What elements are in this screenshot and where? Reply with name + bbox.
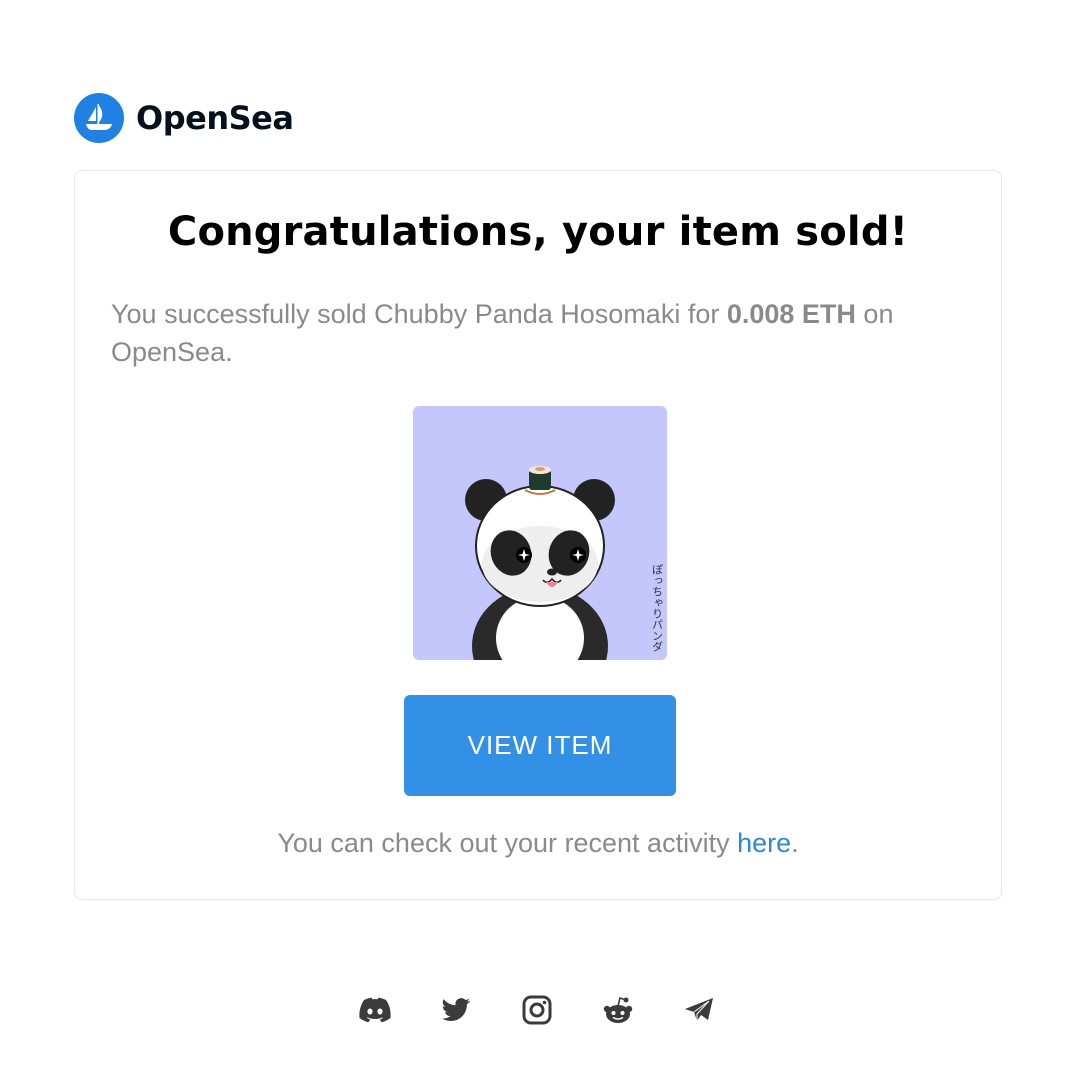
opensea-ship-icon [74,93,124,143]
sale-price: 0.008 ETH [726,299,856,329]
activity-message: You can check out your recent activity h… [75,828,1001,859]
discord-icon[interactable] [359,994,391,1026]
social-links [359,994,715,1026]
activity-link[interactable]: here [737,828,791,858]
reddit-icon[interactable] [602,994,634,1026]
sale-message-prefix: You successfully sold Chubby Panda Hosom… [111,299,727,329]
opensea-logo[interactable]: OpenSea [74,93,294,143]
twitter-icon[interactable] [440,994,472,1026]
page-title: Congratulations, your item sold! [167,209,909,255]
chubby-panda-artwork: ぽっちゃりパンダ [465,466,664,660]
activity-suffix: . [791,828,799,858]
sale-message: You successfully sold Chubby Panda Hosom… [111,295,971,371]
instagram-icon[interactable] [521,994,553,1026]
nft-image[interactable]: ぽっちゃりパンダ [413,406,667,660]
activity-prefix: You can check out your recent activity [277,828,738,858]
telegram-icon[interactable] [683,994,715,1026]
artwork-text: ぽっちゃりパンダ [651,564,664,652]
view-item-button[interactable]: VIEW ITEM [404,695,676,796]
brand-name: OpenSea [136,99,294,137]
sale-notification-card: Congratulations, your item sold! You suc… [74,170,1002,900]
